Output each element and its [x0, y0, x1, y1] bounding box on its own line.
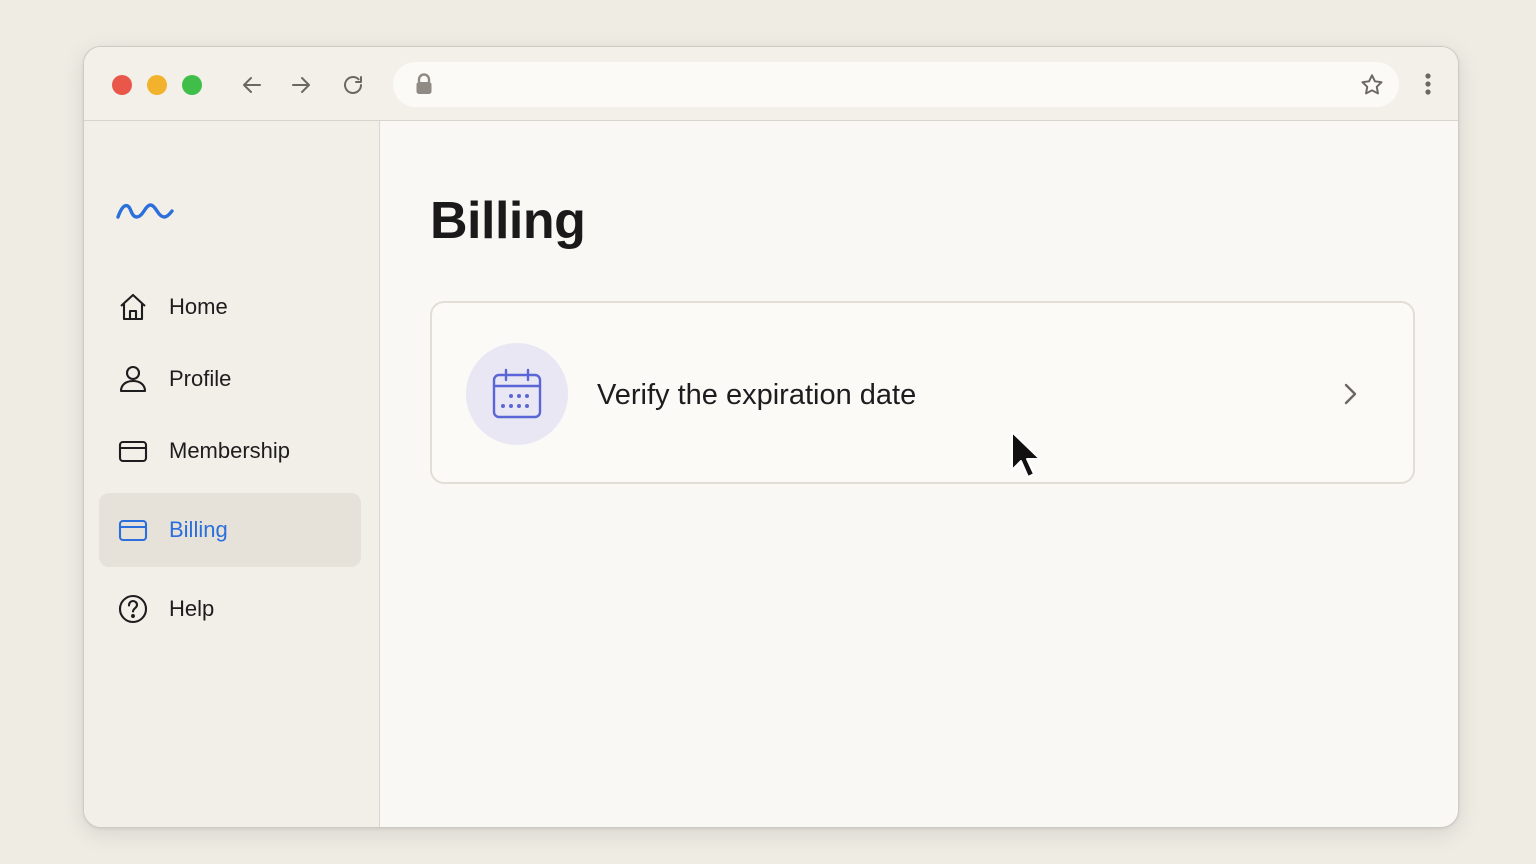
sidebar-item-billing[interactable]: Billing [99, 493, 361, 567]
reload-icon [344, 76, 362, 94]
sidebar-item-profile[interactable]: Profile [99, 347, 361, 411]
wave-logo-icon[interactable] [116, 199, 174, 223]
browser-menu-button[interactable] [1414, 70, 1442, 98]
star-icon[interactable] [1359, 72, 1385, 98]
sidebar-item-label: Membership [169, 438, 291, 463]
sidebar-item-membership[interactable]: Membership [99, 419, 361, 483]
card-label: Verify the expiration date [597, 379, 917, 411]
address-bar[interactable] [393, 62, 1399, 107]
sidebar: Home Profile Membership Billing Help [84, 121, 380, 827]
lock-icon [416, 73, 432, 94]
help-circle-icon [117, 593, 149, 625]
sidebar-item-label: Help [169, 596, 215, 621]
maximize-window-button[interactable] [182, 75, 202, 95]
user-icon [117, 363, 149, 395]
card-icon [117, 435, 149, 467]
calendar-icon-badge [466, 343, 568, 445]
sidebar-item-help[interactable]: Help [99, 577, 361, 641]
close-window-button[interactable] [112, 75, 132, 95]
verify-expiration-card[interactable]: Verify the expiration date [430, 301, 1415, 484]
main-content: Billing Verify the expiration date [381, 121, 1458, 827]
browser-window: Home Profile Membership Billing Help Bil… [83, 46, 1459, 828]
back-button[interactable] [238, 71, 266, 99]
forward-arrow-icon [292, 77, 310, 93]
sidebar-item-label: Billing [169, 517, 228, 542]
credit-card-icon [117, 514, 149, 546]
sidebar-item-label: Home [169, 294, 228, 319]
forward-button[interactable] [287, 71, 315, 99]
page-title: Billing [430, 192, 586, 250]
browser-toolbar [84, 47, 1458, 121]
sidebar-item-label: Profile [169, 366, 232, 391]
back-arrow-icon [243, 77, 261, 93]
calendar-icon [492, 368, 542, 419]
home-icon [117, 291, 149, 323]
menu-dots-icon [1425, 73, 1431, 95]
chevron-right-icon [1344, 383, 1357, 405]
reload-button[interactable] [339, 71, 367, 99]
minimize-window-button[interactable] [147, 75, 167, 95]
sidebar-item-home[interactable]: Home [99, 275, 361, 339]
